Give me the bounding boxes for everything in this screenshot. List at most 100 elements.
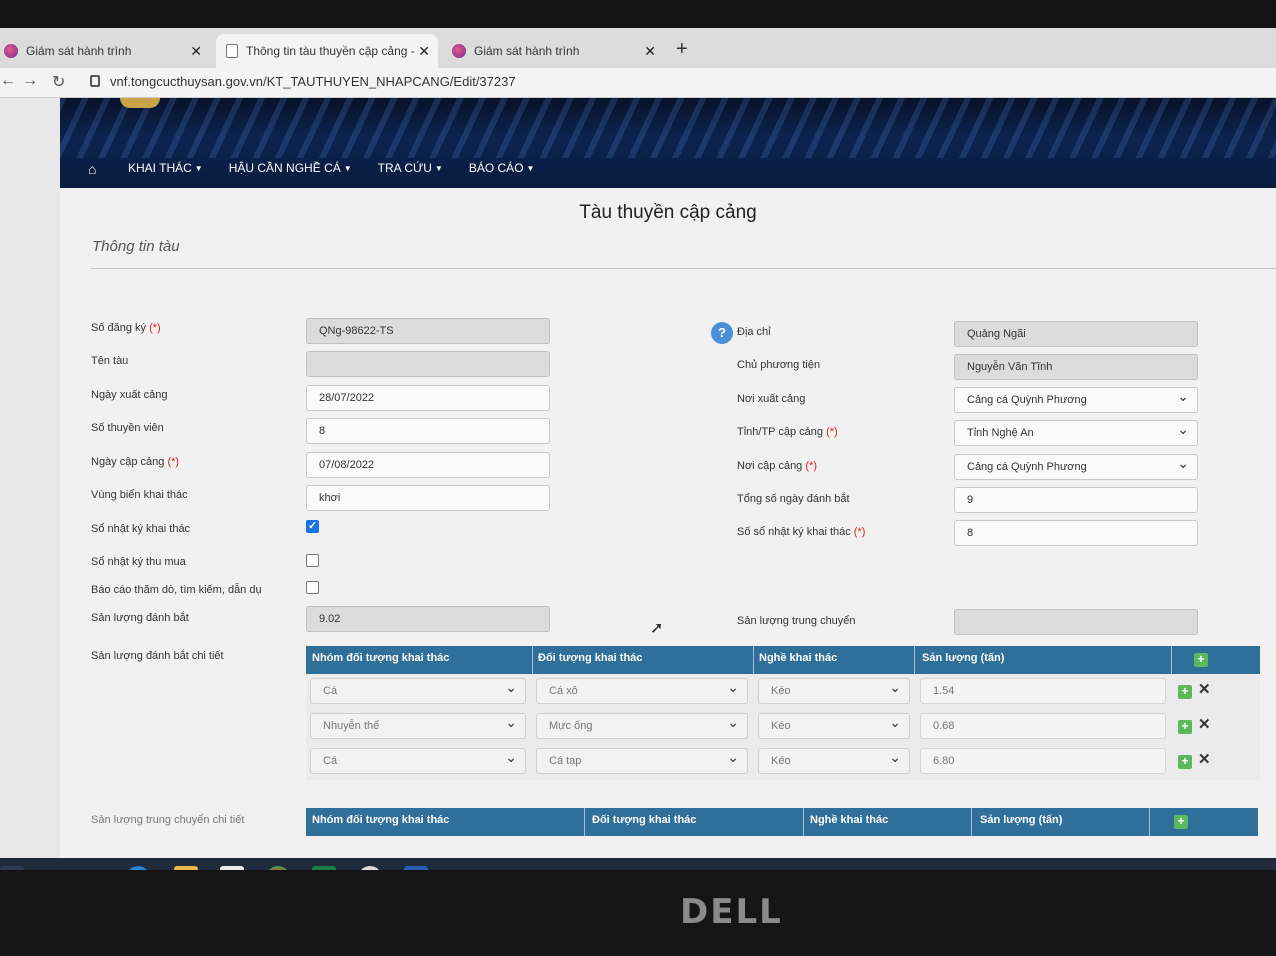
tab-thong-tin-tau[interactable]: Thông tin tàu thuyền cập cảng - ✕ <box>216 34 438 68</box>
main-nav: ⌂ KHAI THÁC ▼ HẬU CẦN NGHỀ CÁ ▼ TRA CỨU ▼ B… <box>60 153 534 183</box>
row2-nhom-select[interactable]: Nhuyễn thể <box>310 713 526 739</box>
caret-down-icon: ▼ <box>434 163 443 173</box>
row3-san-luong-field[interactable]: 6.80 <box>920 748 1166 774</box>
header-separator <box>584 808 585 836</box>
label-dia-chi: Địa chỉ <box>737 326 771 338</box>
windows-taskbar: ⌕ <box>0 858 1276 870</box>
header-separator <box>803 808 804 836</box>
label-tinh-cap-cang: Tỉnh/TP cập cảng (*) <box>737 426 838 438</box>
new-tab-plus-icon[interactable]: + <box>676 38 688 61</box>
row3-delete-x-icon[interactable]: ✕ <box>1198 750 1211 768</box>
section-divider <box>90 268 1276 269</box>
catch-table-header: Nhóm đối tượng khai thác Đối tượng khai … <box>306 646 1260 674</box>
row1-delete-x-icon[interactable]: ✕ <box>1198 680 1211 698</box>
site-logo[interactable] <box>120 98 160 108</box>
label-so-nhat-ky-khai-thac: Sổ nhật ký khai thác <box>91 523 191 535</box>
back-arrow-icon[interactable]: ← <box>0 72 16 90</box>
label-noi-xuat-cang: Nơi xuất cảng <box>737 393 806 405</box>
label-vung-bien: Vùng biển khai thác <box>91 489 188 501</box>
caret-down-icon: ▼ <box>194 163 203 173</box>
header-separator <box>914 646 915 674</box>
close-tab-icon[interactable]: ✕ <box>190 43 202 60</box>
row1-add-plus-icon[interactable]: + <box>1178 685 1192 699</box>
row2-delete-x-icon[interactable]: ✕ <box>1198 715 1211 733</box>
so-thuyen-vien-field[interactable]: 8 <box>306 418 550 444</box>
bao-cao-tham-do-checkbox[interactable] <box>306 581 319 594</box>
row3-add-plus-icon[interactable]: + <box>1178 755 1192 769</box>
noi-cap-cang-select[interactable]: Cảng cá Quỳnh Phương <box>954 454 1198 480</box>
so-nhat-ky-thu-mua-checkbox[interactable] <box>306 554 319 567</box>
header-separator <box>753 646 754 674</box>
so-nhat-ky-khai-thac-checkbox[interactable] <box>306 519 319 533</box>
add-transfer-row-plus-icon[interactable]: + <box>1174 815 1188 829</box>
url-field[interactable]: vnf.tongcucthuysan.gov.vn/KT_TAUTHUYEN_N… <box>110 74 516 89</box>
row1-nhom-select[interactable]: Cá <box>310 678 526 704</box>
row1-san-luong-field[interactable]: 1.54 <box>920 678 1166 704</box>
nav-label: KHAI THÁC <box>128 161 192 175</box>
tong-so-ngay-field[interactable]: 9 <box>954 487 1198 513</box>
row2-doi-tuong-select[interactable]: Mực ống <box>536 713 748 739</box>
add-row-plus-icon[interactable]: + <box>1194 653 1208 667</box>
row2-add-plus-icon[interactable]: + <box>1178 720 1192 734</box>
tinh-cap-cang-select[interactable]: Tỉnh Nghệ An <box>954 420 1198 446</box>
label-ngay-xuat-cang: Ngày xuất cảng <box>91 389 168 401</box>
sea-wave-decoration <box>60 98 1276 158</box>
row3-nghe-select[interactable]: Kéo <box>758 748 910 774</box>
header-nghe: Nghề khai thác <box>759 652 838 664</box>
help-icon[interactable]: ? <box>711 322 733 344</box>
noi-xuat-cang-select[interactable]: Cảng cá Quỳnh Phương <box>954 387 1198 413</box>
forward-arrow-icon[interactable]: → <box>22 72 38 90</box>
label-trung-chuyen-chi-tiet: Sản lượng trung chuyển chi tiết <box>91 814 245 826</box>
label-so-dang-ky: Số đăng ký (*) <box>91 322 161 334</box>
ngay-xuat-cang-field[interactable]: 28/07/2022 <box>306 385 550 411</box>
header-doi-tuong: Đối tượng khai thác <box>592 814 697 826</box>
vung-bien-field[interactable]: khơi <box>306 485 550 511</box>
label-tong-so-ngay: Tổng số ngày đánh bắt <box>737 493 850 505</box>
page-title: Tàu thuyền cập cảng <box>579 202 757 223</box>
ngay-cap-cang-field[interactable]: 07/08/2022 <box>306 452 550 478</box>
tab-label: Giám sát hành trình <box>474 44 580 58</box>
so-so-nhat-ky-field[interactable]: 8 <box>954 520 1198 546</box>
nav-hau-can[interactable]: HẬU CẦN NGHỀ CÁ ▼ <box>229 161 352 175</box>
dell-logo: DELL <box>680 892 783 932</box>
home-icon[interactable]: ⌂ <box>88 161 102 177</box>
chu-phuong-tien-field[interactable]: Nguyễn Văn Tĩnh <box>954 354 1198 380</box>
left-margin <box>0 98 60 870</box>
row2-san-luong-field[interactable]: 0.68 <box>920 713 1166 739</box>
label-san-luong-chi-tiet: Sản lượng đánh bắt chi tiết <box>91 650 224 662</box>
close-tab-icon[interactable]: ✕ <box>418 43 430 60</box>
ten-tau-field[interactable] <box>306 351 550 377</box>
label-san-luong-trung-chuyen: Sản lượng trung chuyển <box>737 615 856 627</box>
document-favicon-icon <box>226 44 238 58</box>
nav-bao-cao[interactable]: BÁO CÁO ▼ <box>469 161 535 175</box>
caret-down-icon: ▼ <box>343 163 352 173</box>
address-bar: ← → ↻ vnf.tongcucthuysan.gov.vn/KT_TAUTH… <box>0 68 1276 98</box>
catch-table-body: Cá Cá xô Kéo 1.54 + ✕ Nhuyễn thể Mực ống… <box>306 674 1260 780</box>
row2-nghe-select[interactable]: Kéo <box>758 713 910 739</box>
tab-giam-sat-1[interactable]: Giám sát hành trình ✕ <box>0 34 210 68</box>
dia-chi-field[interactable]: Quảng Ngãi <box>954 321 1198 347</box>
nav-tra-cuu[interactable]: TRA CỨU ▼ <box>378 161 443 175</box>
browser-tab-bar: Giám sát hành trình ✕ Thông tin tàu thuy… <box>0 28 1276 68</box>
label-so-thuyen-vien: Số thuyền viên <box>91 422 164 434</box>
row3-doi-tuong-select[interactable]: Cá tạp <box>536 748 748 774</box>
tab-giam-sat-2[interactable]: Giám sát hành trình ✕ <box>442 34 664 68</box>
reload-icon[interactable]: ↻ <box>52 72 65 92</box>
label-so-so-nhat-ky: Số sổ nhật ký khai thác (*) <box>737 526 866 538</box>
header-san-luong: Sản lượng (tấn) <box>922 652 1005 664</box>
label-noi-cap-cang: Nơi cập cảng (*) <box>737 460 817 472</box>
nav-khai-thac[interactable]: KHAI THÁC ▼ <box>128 161 203 175</box>
label-san-luong-danh-bat: Sản lượng đánh bắt <box>91 612 189 624</box>
site-favicon-icon <box>4 44 18 58</box>
header-doi-tuong: Đối tượng khai thác <box>538 652 643 664</box>
row1-doi-tuong-select[interactable]: Cá xô <box>536 678 748 704</box>
close-tab-icon[interactable]: ✕ <box>644 43 656 60</box>
row3-nhom-select[interactable]: Cá <box>310 748 526 774</box>
so-dang-ky-field[interactable]: QNg-98622-TS <box>306 318 550 344</box>
header-separator <box>971 808 972 836</box>
nav-label: BÁO CÁO <box>468 161 524 175</box>
row1-nghe-select[interactable]: Kéo <box>758 678 910 704</box>
label-chu-phuong-tien: Chủ phương tiện <box>737 359 821 371</box>
caret-down-icon: ▼ <box>526 163 535 173</box>
header-separator <box>1171 646 1172 674</box>
